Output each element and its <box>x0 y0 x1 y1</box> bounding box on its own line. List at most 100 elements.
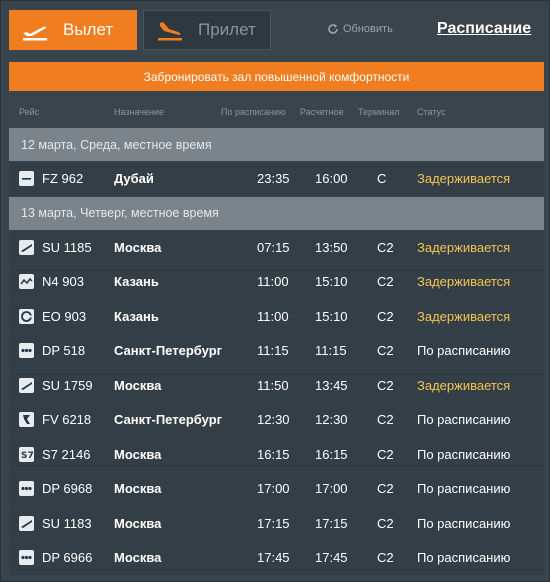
destination: Москва <box>114 239 162 255</box>
flight-row[interactable]: SU 1759 Москва 11:50 13:45 C2 Задерживае… <box>9 368 544 402</box>
col-flight: Рейс <box>19 107 40 117</box>
refresh-label: Обновить <box>343 23 393 35</box>
destination: Москва <box>114 515 162 531</box>
flydubai-logo <box>19 171 34 186</box>
rossiya-logo <box>19 412 34 427</box>
svg-text:S7: S7 <box>21 451 34 461</box>
terminal: C2 <box>377 481 394 496</box>
terminal: C2 <box>377 239 394 255</box>
flight-row[interactable]: DP 518 Санкт-Петербург 11:15 11:15 C2 По… <box>9 334 544 368</box>
status: По расписанию <box>417 343 511 358</box>
departure-plane-icon <box>15 10 55 50</box>
scheduled-time: 12:30 <box>257 412 290 427</box>
tab-arrivals[interactable]: Прилет <box>143 10 271 50</box>
scheduled-time: 11:15 <box>257 343 289 358</box>
flight-number: S7 2146 <box>42 446 91 462</box>
scheduled-time: 17:00 <box>257 481 290 496</box>
flight-row[interactable]: DP 6968 Москва 17:00 17:00 C2 По расписа… <box>9 472 544 506</box>
col-status: Статус <box>417 107 446 117</box>
terminal: C <box>377 171 387 186</box>
flight-row[interactable]: N4 903 Казань 11:00 15:10 C2 Задерживает… <box>9 265 544 299</box>
estimated-time: 16:15 <box>315 446 348 462</box>
lounge-booking-banner[interactable]: Забронировать зал повышенной комфортност… <box>9 62 544 91</box>
table-header: Рейс Назначение По расписанию Расчетное … <box>9 103 544 121</box>
estimated-time: 15:10 <box>315 274 348 289</box>
date-header: 12 марта, Среда, местное время <box>9 128 544 161</box>
pobeda-logo <box>19 308 34 324</box>
estimated-time: 15:10 <box>315 308 348 324</box>
status: Задерживается <box>417 239 511 255</box>
flight-row[interactable]: EO 903 Казань 11:00 15:10 C2 Задерживает… <box>9 299 544 333</box>
destination: Казань <box>114 308 159 324</box>
destination: Москва <box>114 377 162 393</box>
col-estimated: Расчетное <box>300 107 344 117</box>
terminal: C2 <box>377 446 394 462</box>
estimated-time: 17:00 <box>315 481 348 496</box>
pobeda-dp-logo <box>19 481 34 496</box>
flight-number: DP 518 <box>42 343 86 358</box>
scheduled-time: 11:00 <box>257 274 289 289</box>
scheduled-time: 11:00 <box>257 308 289 324</box>
col-destination: Назначение <box>114 107 165 117</box>
terminal: C2 <box>377 343 394 358</box>
scheduled-time: 17:15 <box>257 515 290 531</box>
flight-row[interactable]: S7 S7 2146 Москва 16:15 16:15 C2 По расп… <box>9 437 544 471</box>
aeroflot-logo <box>19 239 34 255</box>
terminal: C2 <box>377 515 394 531</box>
refresh-icon <box>327 23 339 35</box>
scheduled-time: 23:35 <box>257 171 290 186</box>
schedule-link[interactable]: Расписание <box>437 20 531 38</box>
pobeda-dp-logo <box>19 550 34 565</box>
flight-number: EO 903 <box>42 308 87 324</box>
scheduled-time: 17:45 <box>257 550 290 565</box>
status: По расписанию <box>417 515 511 531</box>
estimated-time: 13:50 <box>315 239 348 255</box>
status: По расписанию <box>417 550 511 565</box>
status: По расписанию <box>417 481 511 496</box>
tab-bar: Вылет Прилет Обновить Расписание <box>9 10 549 50</box>
tab-departures[interactable]: Вылет <box>9 10 137 50</box>
status: Задерживается <box>417 274 511 289</box>
col-terminal: Терминал <box>358 107 400 117</box>
destination: Санкт-Петербург <box>114 343 223 358</box>
flight-board: Вылет Прилет Обновить Расписание Заброни… <box>0 0 550 582</box>
destination: Москва <box>114 550 162 565</box>
status: Задерживается <box>417 308 511 324</box>
date-header: 13 марта, Четверг, местное время <box>9 196 544 230</box>
flight-number: DP 6968 <box>42 481 93 496</box>
aeroflot-logo <box>19 377 34 393</box>
pobeda-dp-logo <box>19 343 34 358</box>
flight-row[interactable]: SU 1183 Москва 17:15 17:15 C2 По расписа… <box>9 506 544 540</box>
flight-list: 12 марта, Среда, местное время FZ 962 Ду… <box>9 128 544 576</box>
aeroflot-logo <box>19 515 34 531</box>
estimated-time: 17:15 <box>315 515 348 531</box>
status: Задерживается <box>417 377 511 393</box>
refresh-button[interactable]: Обновить <box>327 23 393 35</box>
terminal: C2 <box>377 274 394 289</box>
flight-number: DP 6966 <box>42 550 93 565</box>
flight-row[interactable]: FZ 962 Дубай 23:35 16:00 C Задерживается <box>9 162 544 196</box>
flight-row[interactable]: SU 1185 Москва 07:15 13:50 C2 Задерживае… <box>9 230 544 264</box>
s7-logo: S7 <box>19 446 34 462</box>
terminal: C2 <box>377 377 394 393</box>
arrival-plane-icon <box>150 10 190 50</box>
destination: Казань <box>114 274 159 289</box>
col-scheduled: По расписанию <box>221 107 286 117</box>
flight-row[interactable]: FV 6218 Санкт-Петербург 12:30 12:30 C2 П… <box>9 403 544 437</box>
status: По расписанию <box>417 446 511 462</box>
status: По расписанию <box>417 412 511 427</box>
destination: Дубай <box>114 171 154 186</box>
tab-arrivals-label: Прилет <box>198 20 256 39</box>
destination: Москва <box>114 481 162 496</box>
destination: Москва <box>114 446 162 462</box>
estimated-time: 13:45 <box>315 377 348 393</box>
terminal: C2 <box>377 308 394 324</box>
terminal: C2 <box>377 412 394 427</box>
terminal: C2 <box>377 550 394 565</box>
status: Задерживается <box>417 171 511 186</box>
nordwind-logo <box>19 274 34 289</box>
scheduled-time: 11:50 <box>257 377 289 393</box>
flight-number: SU 1759 <box>42 377 93 393</box>
estimated-time: 11:15 <box>315 343 347 358</box>
flight-row[interactable]: DP 6966 Москва 17:45 17:45 C2 По расписа… <box>9 541 544 575</box>
